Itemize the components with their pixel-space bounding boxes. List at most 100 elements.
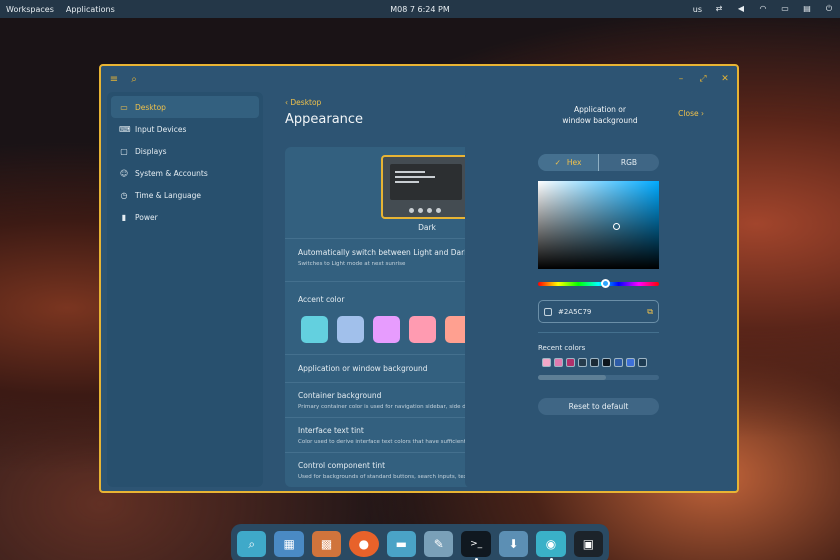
dock: ⌕ ▦ ▩ ● ▬ ✎ >_ ⬇ ◉ ▣ <box>231 524 609 560</box>
color-picker-handle[interactable] <box>613 223 620 230</box>
hex-value[interactable]: #2A5C79 <box>558 308 641 316</box>
workspaces-button[interactable]: Workspaces <box>6 5 54 14</box>
screenshot-icon[interactable]: ▣ <box>573 531 604 557</box>
clock-icon: ◷ <box>120 190 128 200</box>
settings-icon[interactable]: ◉ <box>536 531 566 560</box>
sidebar-item-label: Time & Language <box>135 190 201 200</box>
hue-slider-handle[interactable] <box>601 279 610 288</box>
check-icon: ✓ <box>554 158 561 167</box>
page-title: Appearance <box>285 112 364 127</box>
close-panel-label: Close <box>678 109 699 118</box>
sidebar-item-time-language[interactable]: ◷ Time & Language <box>111 184 259 206</box>
hex-input[interactable]: #2A5C79 ⧉ <box>538 300 659 323</box>
applications-button[interactable]: Applications <box>66 5 115 14</box>
scrollbar-thumb[interactable] <box>538 375 606 380</box>
network-icon[interactable]: ⇄ <box>714 5 724 13</box>
recent-color-swatch[interactable] <box>554 358 563 367</box>
preview-dots <box>383 208 467 213</box>
sidebar-item-label: Displays <box>135 146 167 156</box>
recent-color-swatch[interactable] <box>614 358 623 367</box>
battery-icon[interactable]: ▭ <box>780 5 790 13</box>
preview-line <box>395 181 419 183</box>
preview-line <box>395 171 425 173</box>
recent-color-swatch[interactable] <box>626 358 635 367</box>
recent-color-swatch[interactable] <box>590 358 599 367</box>
accent-color-row: Accent color <box>285 281 485 304</box>
auto-switch-subtitle: Switches to Light mode at next sunrise <box>298 261 406 267</box>
sidebar-item-system-accounts[interactable]: ☺ System & Accounts <box>111 162 259 184</box>
chevron-left-icon: ‹ <box>285 98 288 107</box>
recent-color-swatch[interactable] <box>578 358 587 367</box>
panel-title-line: window background <box>562 116 638 125</box>
recent-colors-label: Recent colors <box>538 344 586 352</box>
top-panel: Workspaces Applications M08 7 6:24 PM us… <box>0 0 840 18</box>
back-link[interactable]: ‹ Desktop <box>285 98 321 107</box>
tab-rgb-label: RGB <box>620 158 638 167</box>
recent-color-swatch[interactable] <box>638 358 647 367</box>
keyboard-layout[interactable]: us <box>693 5 702 14</box>
back-link-label: Desktop <box>290 98 322 107</box>
close-icon[interactable]: ✕ <box>721 74 729 84</box>
sidebar-item-desktop[interactable]: ▭ Desktop <box>111 96 259 118</box>
copy-icon[interactable]: ⧉ <box>647 307 653 317</box>
minimize-icon[interactable]: – <box>677 74 685 84</box>
sidebar-item-label: Desktop <box>135 102 166 112</box>
appearance-card: Dark Automatically switch between Light … <box>285 147 485 487</box>
preview-screen <box>390 164 462 200</box>
control-tint-row[interactable]: Control component tint Used for backgrou… <box>285 452 485 480</box>
files-search-icon[interactable]: ⌕ <box>237 531 267 557</box>
accent-swatch-blue[interactable] <box>337 316 364 343</box>
chevron-right-icon: › <box>701 109 704 118</box>
recent-color-swatch[interactable] <box>602 358 611 367</box>
power-icon[interactable]: ⏻ <box>824 5 834 13</box>
color-preview-checkbox[interactable] <box>544 307 552 316</box>
volume-icon[interactable]: ◀ <box>736 5 746 13</box>
notifications-icon[interactable]: ▤ <box>802 5 812 13</box>
panel-title: Application or window background <box>540 104 660 126</box>
wifi-icon[interactable]: ◠ <box>758 5 768 13</box>
panel-title-line: Application or <box>574 105 626 114</box>
firefox-icon[interactable]: ● <box>349 531 379 557</box>
terminal-icon[interactable]: >_ <box>461 531 491 560</box>
preview-line <box>395 176 435 178</box>
auto-switch-row[interactable]: Automatically switch between Light and D… <box>285 238 485 267</box>
container-background-subtitle: Primary container color is used for navi… <box>298 404 482 410</box>
recent-color-swatch[interactable] <box>542 358 551 367</box>
sidebar-item-label: Input Devices <box>135 124 187 134</box>
search-icon[interactable]: ⌕ <box>129 74 139 85</box>
accent-swatch-cyan[interactable] <box>301 316 328 343</box>
hue-slider[interactable] <box>538 282 659 286</box>
folder-icon[interactable]: ▬ <box>386 531 417 557</box>
maximize-icon[interactable]: ⤢ <box>699 74 707 84</box>
app-background-label: Application or window background <box>298 364 428 373</box>
sidebar-toggle-icon[interactable]: ≡ <box>109 74 119 85</box>
sidebar-item-label: Power <box>135 212 158 222</box>
app-grid-icon[interactable]: ▩ <box>311 531 342 557</box>
text-tint-row[interactable]: Interface text tint Color used to derive… <box>285 417 485 445</box>
tab-hex[interactable]: ✓ Hex <box>538 154 599 171</box>
reset-to-default-button[interactable]: Reset to default <box>538 398 659 415</box>
tab-rgb[interactable]: RGB <box>599 154 659 171</box>
store-icon[interactable]: ⬇ <box>498 531 529 557</box>
container-background-row[interactable]: Container background Primary container c… <box>285 382 485 410</box>
accent-swatches <box>301 316 472 343</box>
dark-theme-preview[interactable] <box>381 155 469 219</box>
text-editor-icon[interactable]: ✎ <box>424 531 454 557</box>
theme-label: Dark <box>418 223 436 232</box>
accent-swatch-pink[interactable] <box>409 316 436 343</box>
keyboard-icon: ⌨ <box>119 124 131 134</box>
sidebar-item-power[interactable]: ▮ Power <box>111 206 259 228</box>
app-background-row[interactable]: Application or window background <box>285 354 485 373</box>
saturation-value-picker[interactable] <box>538 181 659 269</box>
accent-swatch-purple[interactable] <box>373 316 400 343</box>
close-panel-button[interactable]: Close › <box>678 109 704 118</box>
control-tint-title: Control component tint <box>298 461 386 470</box>
recent-color-swatch[interactable] <box>566 358 575 367</box>
workspaces-icon[interactable]: ▦ <box>274 531 304 557</box>
container-background-title: Container background <box>298 391 382 400</box>
sidebar-item-displays[interactable]: ▢ Displays <box>111 140 259 162</box>
window-header: ≡ ⌕ – ⤢ ✕ <box>101 66 737 92</box>
recent-colors-scrollbar[interactable] <box>538 375 659 380</box>
sidebar-item-input-devices[interactable]: ⌨ Input Devices <box>111 118 259 140</box>
battery-icon: ▮ <box>121 212 127 222</box>
